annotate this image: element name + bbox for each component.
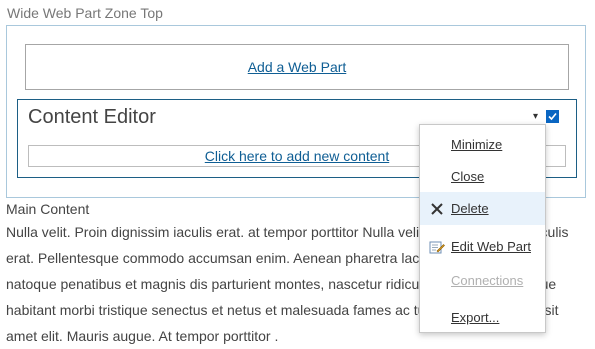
menu-item-label: Edit Web Part [451, 239, 531, 254]
add-new-content-link[interactable]: Click here to add new content [205, 148, 389, 164]
menu-item-edit-web-part[interactable]: Edit Web Part [420, 230, 545, 263]
checkmark-icon [548, 112, 557, 121]
add-web-part-box: Add a Web Part [25, 44, 569, 90]
menu-item-label: Close [451, 169, 485, 184]
menu-item-label: Export... [451, 310, 500, 325]
menu-item-connections: Connections [420, 264, 545, 297]
web-part-title: Content Editor [28, 106, 156, 128]
menu-item-label: Connections [451, 273, 524, 288]
zone-label: Wide Web Part Zone Top [7, 5, 163, 21]
web-part-menu: Minimize Close Delete Edit Web Part Conn… [419, 124, 546, 333]
web-part-select-checkbox[interactable] [546, 110, 559, 123]
delete-icon [431, 203, 443, 215]
menu-item-export[interactable]: Export... [420, 301, 545, 334]
main-content-title: Main Content [6, 201, 90, 217]
web-part-menu-arrow-icon[interactable]: ▾ [533, 111, 538, 122]
menu-item-minimize[interactable]: Minimize [420, 128, 545, 161]
add-web-part-link[interactable]: Add a Web Part [248, 59, 347, 75]
edit-icon [429, 241, 445, 254]
menu-item-label: Minimize [451, 137, 503, 152]
menu-item-delete[interactable]: Delete [420, 192, 545, 225]
menu-item-label: Delete [451, 201, 489, 216]
menu-item-close[interactable]: Close [420, 160, 545, 193]
